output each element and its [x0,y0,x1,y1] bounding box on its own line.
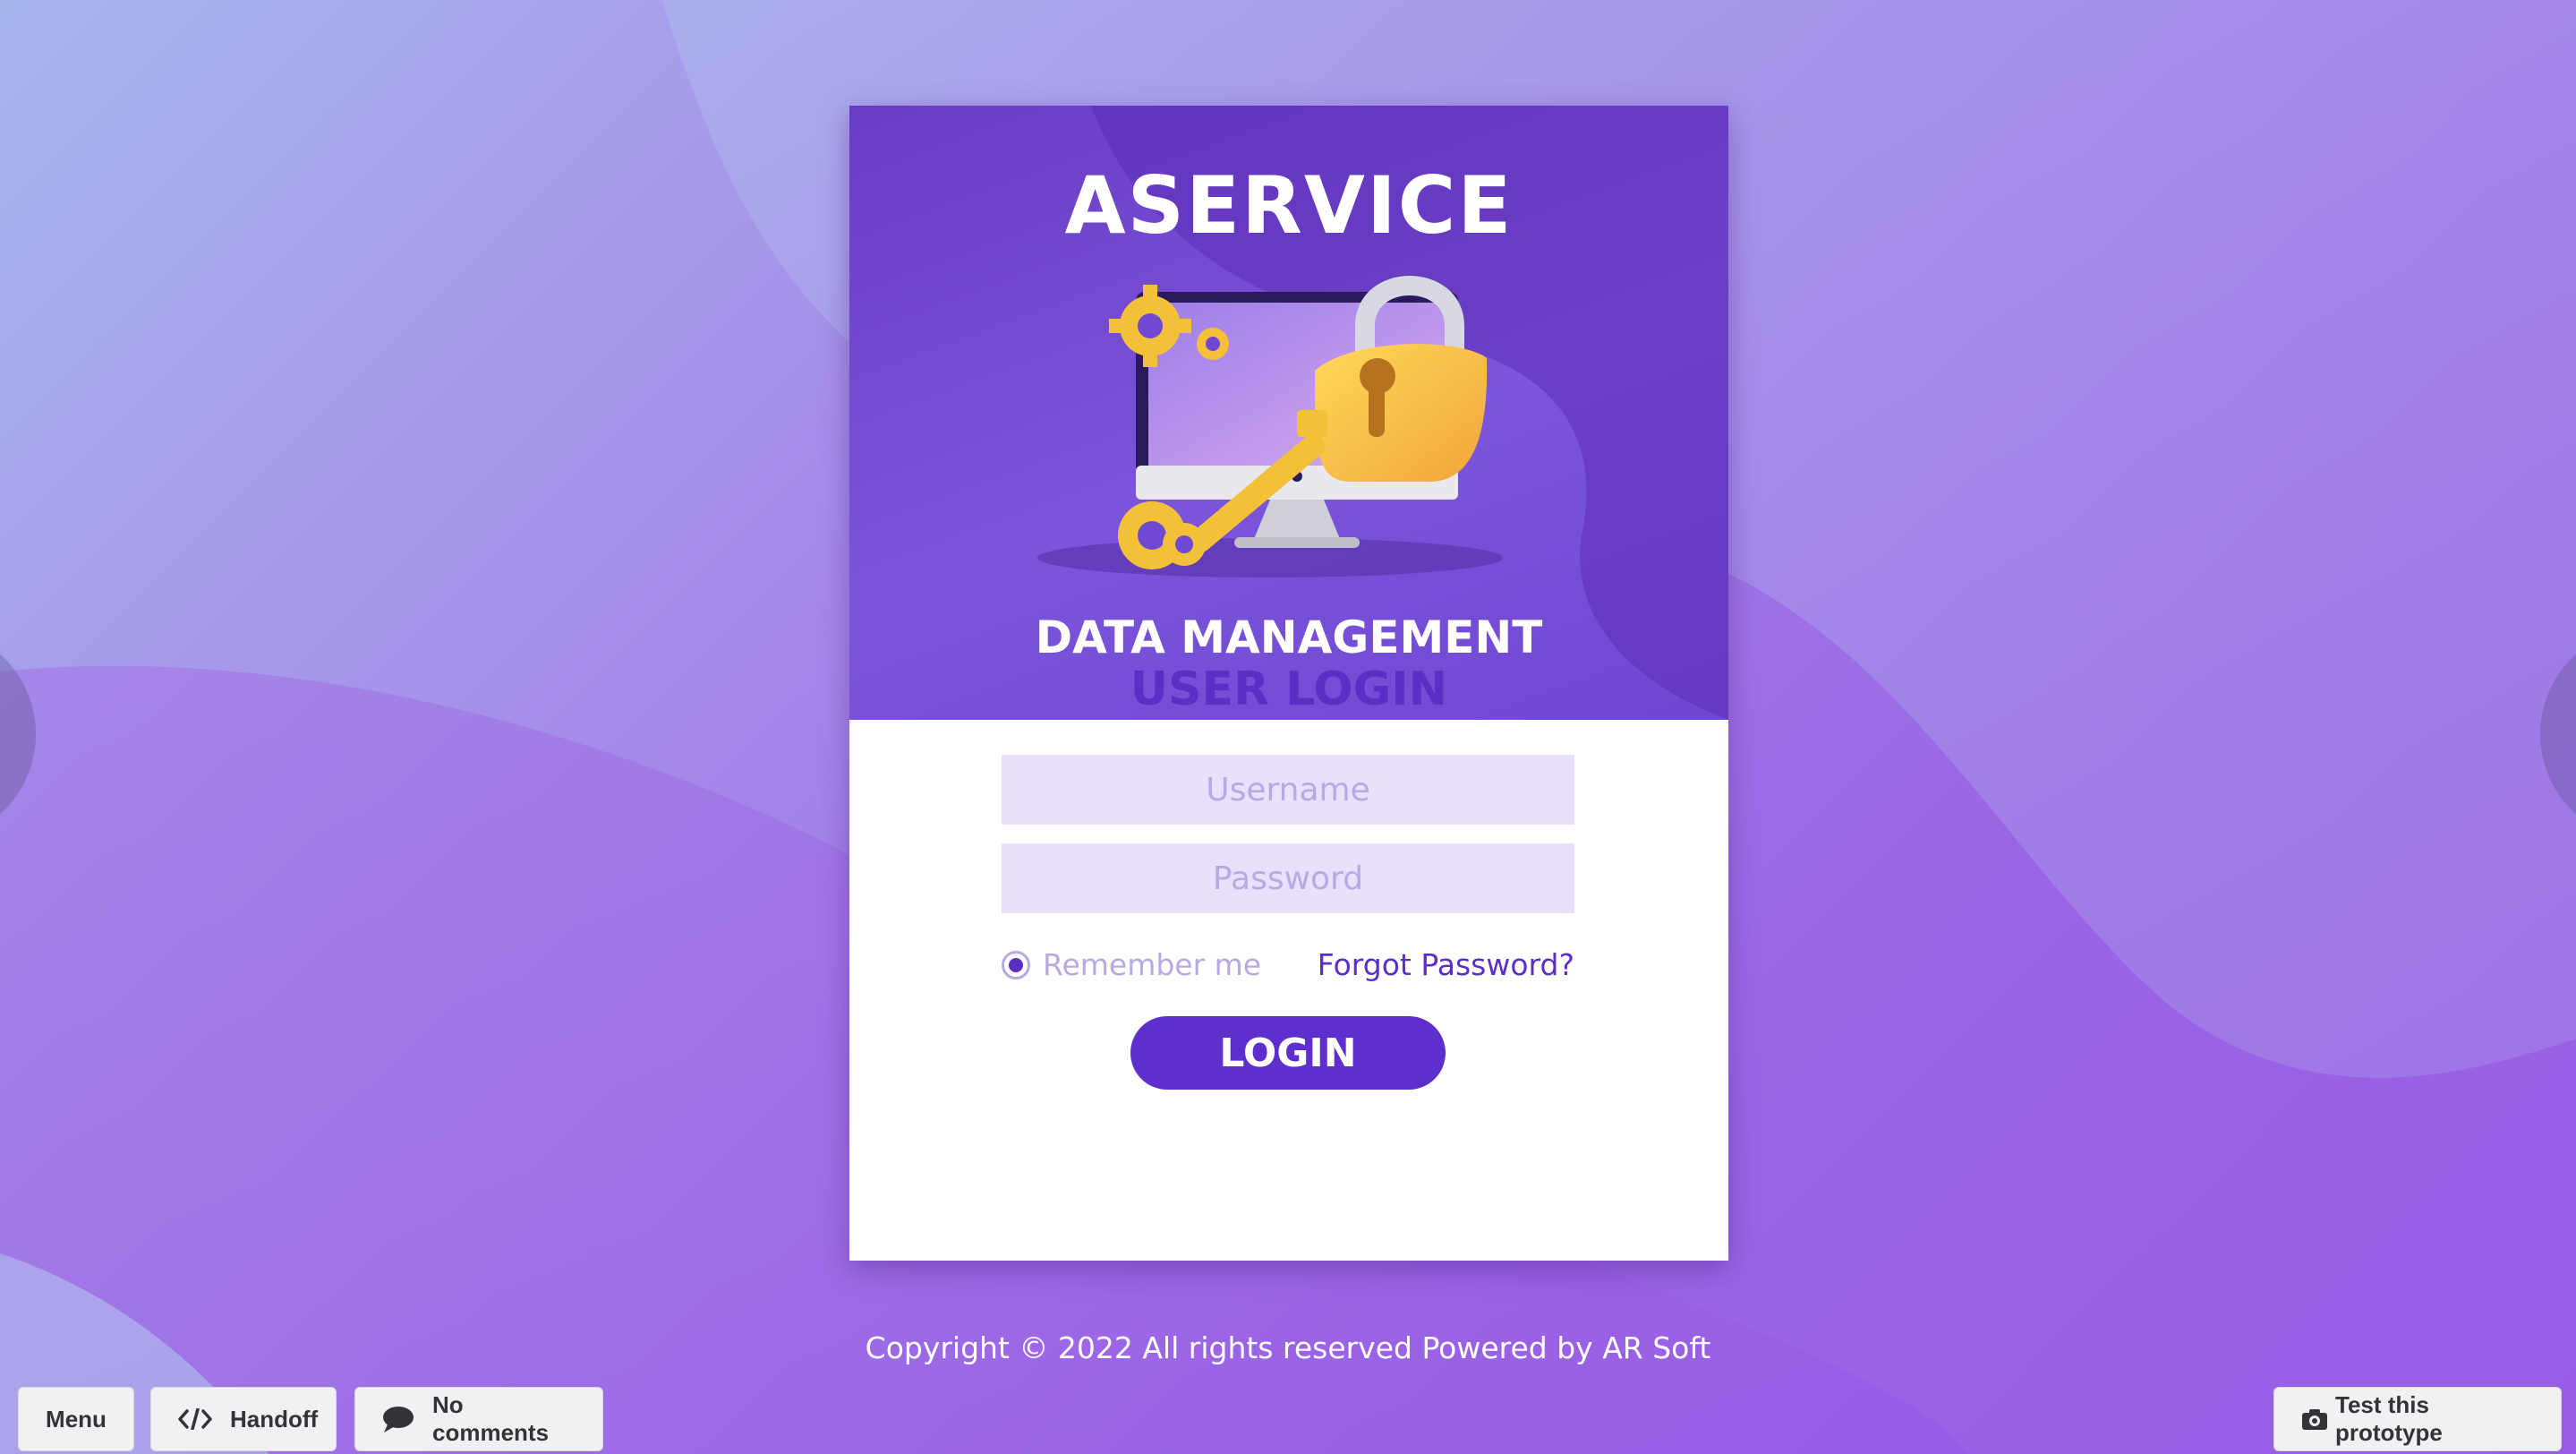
remember-me-toggle[interactable]: Remember me [1002,947,1261,982]
login-title: USER LOGIN [1130,663,1448,716]
forgot-password-link[interactable]: Forgot Password? [1318,947,1574,982]
username-input[interactable] [1002,755,1574,825]
remember-me-radio[interactable] [1002,950,1030,979]
handoff-button[interactable]: Handoff [150,1387,337,1451]
handoff-button-label: Handoff [230,1405,319,1433]
speech-bubble-icon [382,1405,414,1433]
copyright-text: Copyright © 2022 All rights reserved Pow… [865,1330,1711,1365]
remember-me-label: Remember me [1043,947,1262,982]
test-prototype-button[interactable]: Test this prototype [2273,1387,2562,1451]
prototype-viewport: ASERVICE DATA MANAGEMENT USER LOGIN Reme… [0,0,2576,1454]
password-input[interactable] [1002,843,1574,913]
camera-icon [2301,1407,2328,1431]
comments-button-label: No comments [432,1391,550,1446]
comments-button[interactable]: No comments [354,1387,603,1451]
menu-button-label: Menu [46,1405,107,1433]
code-icon [178,1408,212,1430]
login-form: USER LOGIN Remember me Forgot Password? … [849,0,1728,1454]
menu-button[interactable]: Menu [18,1387,134,1451]
login-button[interactable]: LOGIN [1130,1016,1446,1090]
test-prototype-label: Test this prototype [2335,1391,2443,1446]
